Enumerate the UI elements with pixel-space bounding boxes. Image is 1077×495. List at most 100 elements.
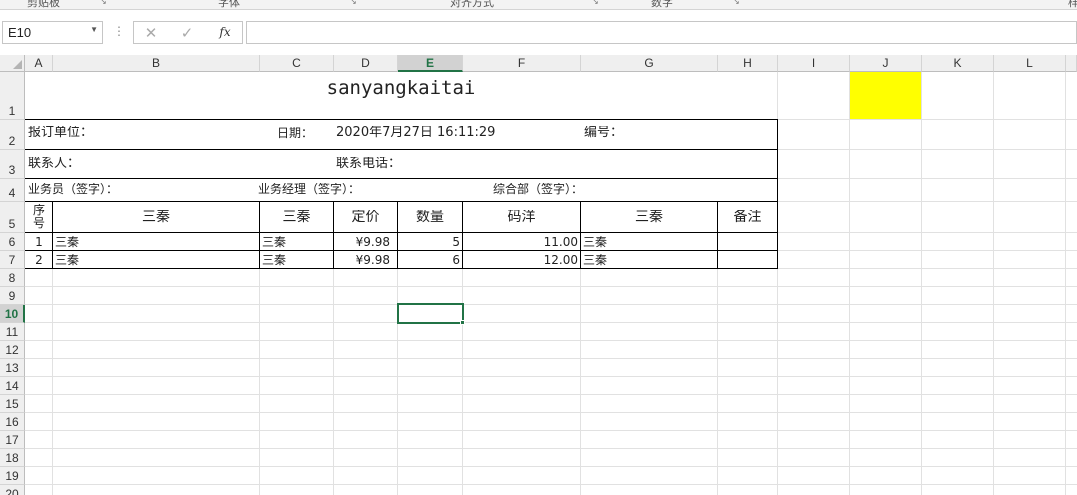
column-header-k[interactable]: K — [922, 55, 994, 72]
border-line — [25, 149, 778, 150]
column-header-e[interactable]: E — [398, 55, 463, 72]
row1-qty: 5 — [452, 236, 460, 248]
manager-label: 业务经理（签字）： — [258, 183, 361, 195]
alignment-launcher-icon[interactable]: ↘ — [592, 0, 600, 6]
formula-input[interactable] — [246, 21, 1077, 44]
row-header-20[interactable]: 20 — [0, 485, 25, 495]
row1-col-b: 三秦 — [55, 236, 80, 248]
select-all-icon — [13, 60, 22, 69]
highlighted-cell-j1[interactable] — [850, 72, 921, 119]
header-discount: 码洋 — [507, 210, 536, 224]
gridline — [849, 72, 850, 495]
row-header-8[interactable]: 8 — [0, 269, 25, 287]
row-header-5[interactable]: 5 — [0, 202, 25, 233]
spreadsheet-grid[interactable]: A B C D E F G H I J K L 1 2 3 4 5 6 7 8 … — [0, 55, 1077, 495]
ribbon-group-styles: 样 — [1068, 0, 1077, 9]
formula-buttons: ✕ ✓ fx — [133, 21, 243, 44]
row-header-7[interactable]: 7 — [0, 251, 25, 269]
row-header-19[interactable]: 19 — [0, 467, 25, 485]
gridline — [25, 286, 1077, 287]
border-line — [25, 250, 778, 251]
chevron-down-icon[interactable]: ▼ — [90, 25, 98, 34]
drag-handle-icon[interactable]: ⋮ — [113, 24, 125, 38]
gridline — [1065, 72, 1066, 495]
border-line — [25, 268, 778, 269]
gridline — [25, 394, 1077, 395]
gridline — [25, 358, 1077, 359]
gridline — [993, 72, 994, 495]
column-header-f[interactable]: F — [463, 55, 581, 72]
row2-col-c: 三秦 — [262, 254, 287, 266]
select-all-button[interactable] — [0, 55, 25, 72]
gridline — [25, 304, 1077, 305]
name-box-value: E10 — [8, 25, 32, 40]
gridline — [25, 430, 1077, 431]
number-label: 编号： — [584, 126, 624, 139]
column-header-i[interactable]: I — [778, 55, 850, 72]
row-header-3[interactable]: 3 — [0, 150, 25, 179]
active-cell-e10[interactable] — [397, 303, 464, 324]
row-header-18[interactable]: 18 — [0, 449, 25, 467]
row-header-12[interactable]: 12 — [0, 341, 25, 359]
clipboard-launcher-icon[interactable]: ↘ — [100, 0, 108, 6]
row-header-13[interactable]: 13 — [0, 359, 25, 377]
row2-seq: 2 — [35, 254, 43, 266]
gridline — [25, 448, 1077, 449]
row-header-17[interactable]: 17 — [0, 431, 25, 449]
contact-label: 联系人： — [28, 157, 81, 170]
column-header-h[interactable]: H — [718, 55, 778, 72]
insert-function-icon[interactable]: fx — [214, 25, 236, 39]
name-box[interactable]: E10 ▼ — [2, 21, 103, 44]
header-col-g: 三秦 — [635, 210, 663, 224]
ribbon-group-font: 字体 — [218, 0, 240, 9]
header-col-b: 三秦 — [142, 210, 170, 224]
font-launcher-icon[interactable]: ↘ — [350, 0, 358, 6]
gridline — [25, 376, 1077, 377]
cancel-icon[interactable]: ✕ — [140, 24, 162, 42]
row1-col-g: 三秦 — [583, 236, 608, 248]
row2-discount: 12.00 — [543, 254, 578, 266]
gridline — [921, 72, 922, 495]
row-header-16[interactable]: 16 — [0, 413, 25, 431]
row-header-14[interactable]: 14 — [0, 377, 25, 395]
row-header-2[interactable]: 2 — [0, 120, 25, 150]
date-label: 日期： — [277, 127, 314, 139]
header-price: 定价 — [351, 210, 380, 224]
row-header-6[interactable]: 6 — [0, 233, 25, 251]
row-header-15[interactable]: 15 — [0, 395, 25, 413]
ribbon-group-clipboard: 剪贴板 — [27, 0, 60, 9]
gridline — [25, 466, 1077, 467]
gridline — [25, 484, 1077, 485]
salesperson-label: 业务员（签字）： — [28, 183, 119, 195]
gridline — [25, 340, 1077, 341]
header-qty: 数量 — [416, 210, 444, 224]
column-header-a[interactable]: A — [25, 55, 53, 72]
row-header-11[interactable]: 11 — [0, 323, 25, 341]
ribbon-group-alignment: 对齐方式 — [450, 0, 494, 9]
column-header-g[interactable]: G — [581, 55, 718, 72]
row-header-4[interactable]: 4 — [0, 179, 25, 202]
column-header-c[interactable]: C — [260, 55, 334, 72]
sheet-title: sanyangkaitai — [326, 79, 476, 98]
column-header-j[interactable]: J — [850, 55, 922, 72]
row-header-9[interactable]: 9 — [0, 287, 25, 305]
border-line — [25, 119, 778, 120]
column-header-b[interactable]: B — [53, 55, 260, 72]
border-line — [25, 201, 778, 202]
row1-price: ¥9.98 — [355, 236, 390, 248]
row2-price: ¥9.98 — [355, 254, 390, 266]
enter-icon[interactable]: ✓ — [176, 24, 198, 42]
column-header-d[interactable]: D — [334, 55, 398, 72]
number-launcher-icon[interactable]: ↘ — [733, 0, 741, 6]
header-col-c: 三秦 — [282, 210, 311, 224]
row1-col-c: 三秦 — [262, 236, 287, 248]
fill-handle[interactable] — [460, 320, 465, 325]
row-header-10[interactable]: 10 — [0, 305, 25, 323]
column-header-m[interactable] — [1066, 55, 1077, 72]
column-header-l[interactable]: L — [994, 55, 1066, 72]
border-line — [25, 232, 778, 233]
row1-seq: 1 — [35, 236, 43, 248]
row-header-1[interactable]: 1 — [0, 72, 25, 120]
formula-bar: E10 ▼ ⋮ ✕ ✓ fx — [0, 18, 1077, 48]
border-line — [25, 178, 778, 179]
